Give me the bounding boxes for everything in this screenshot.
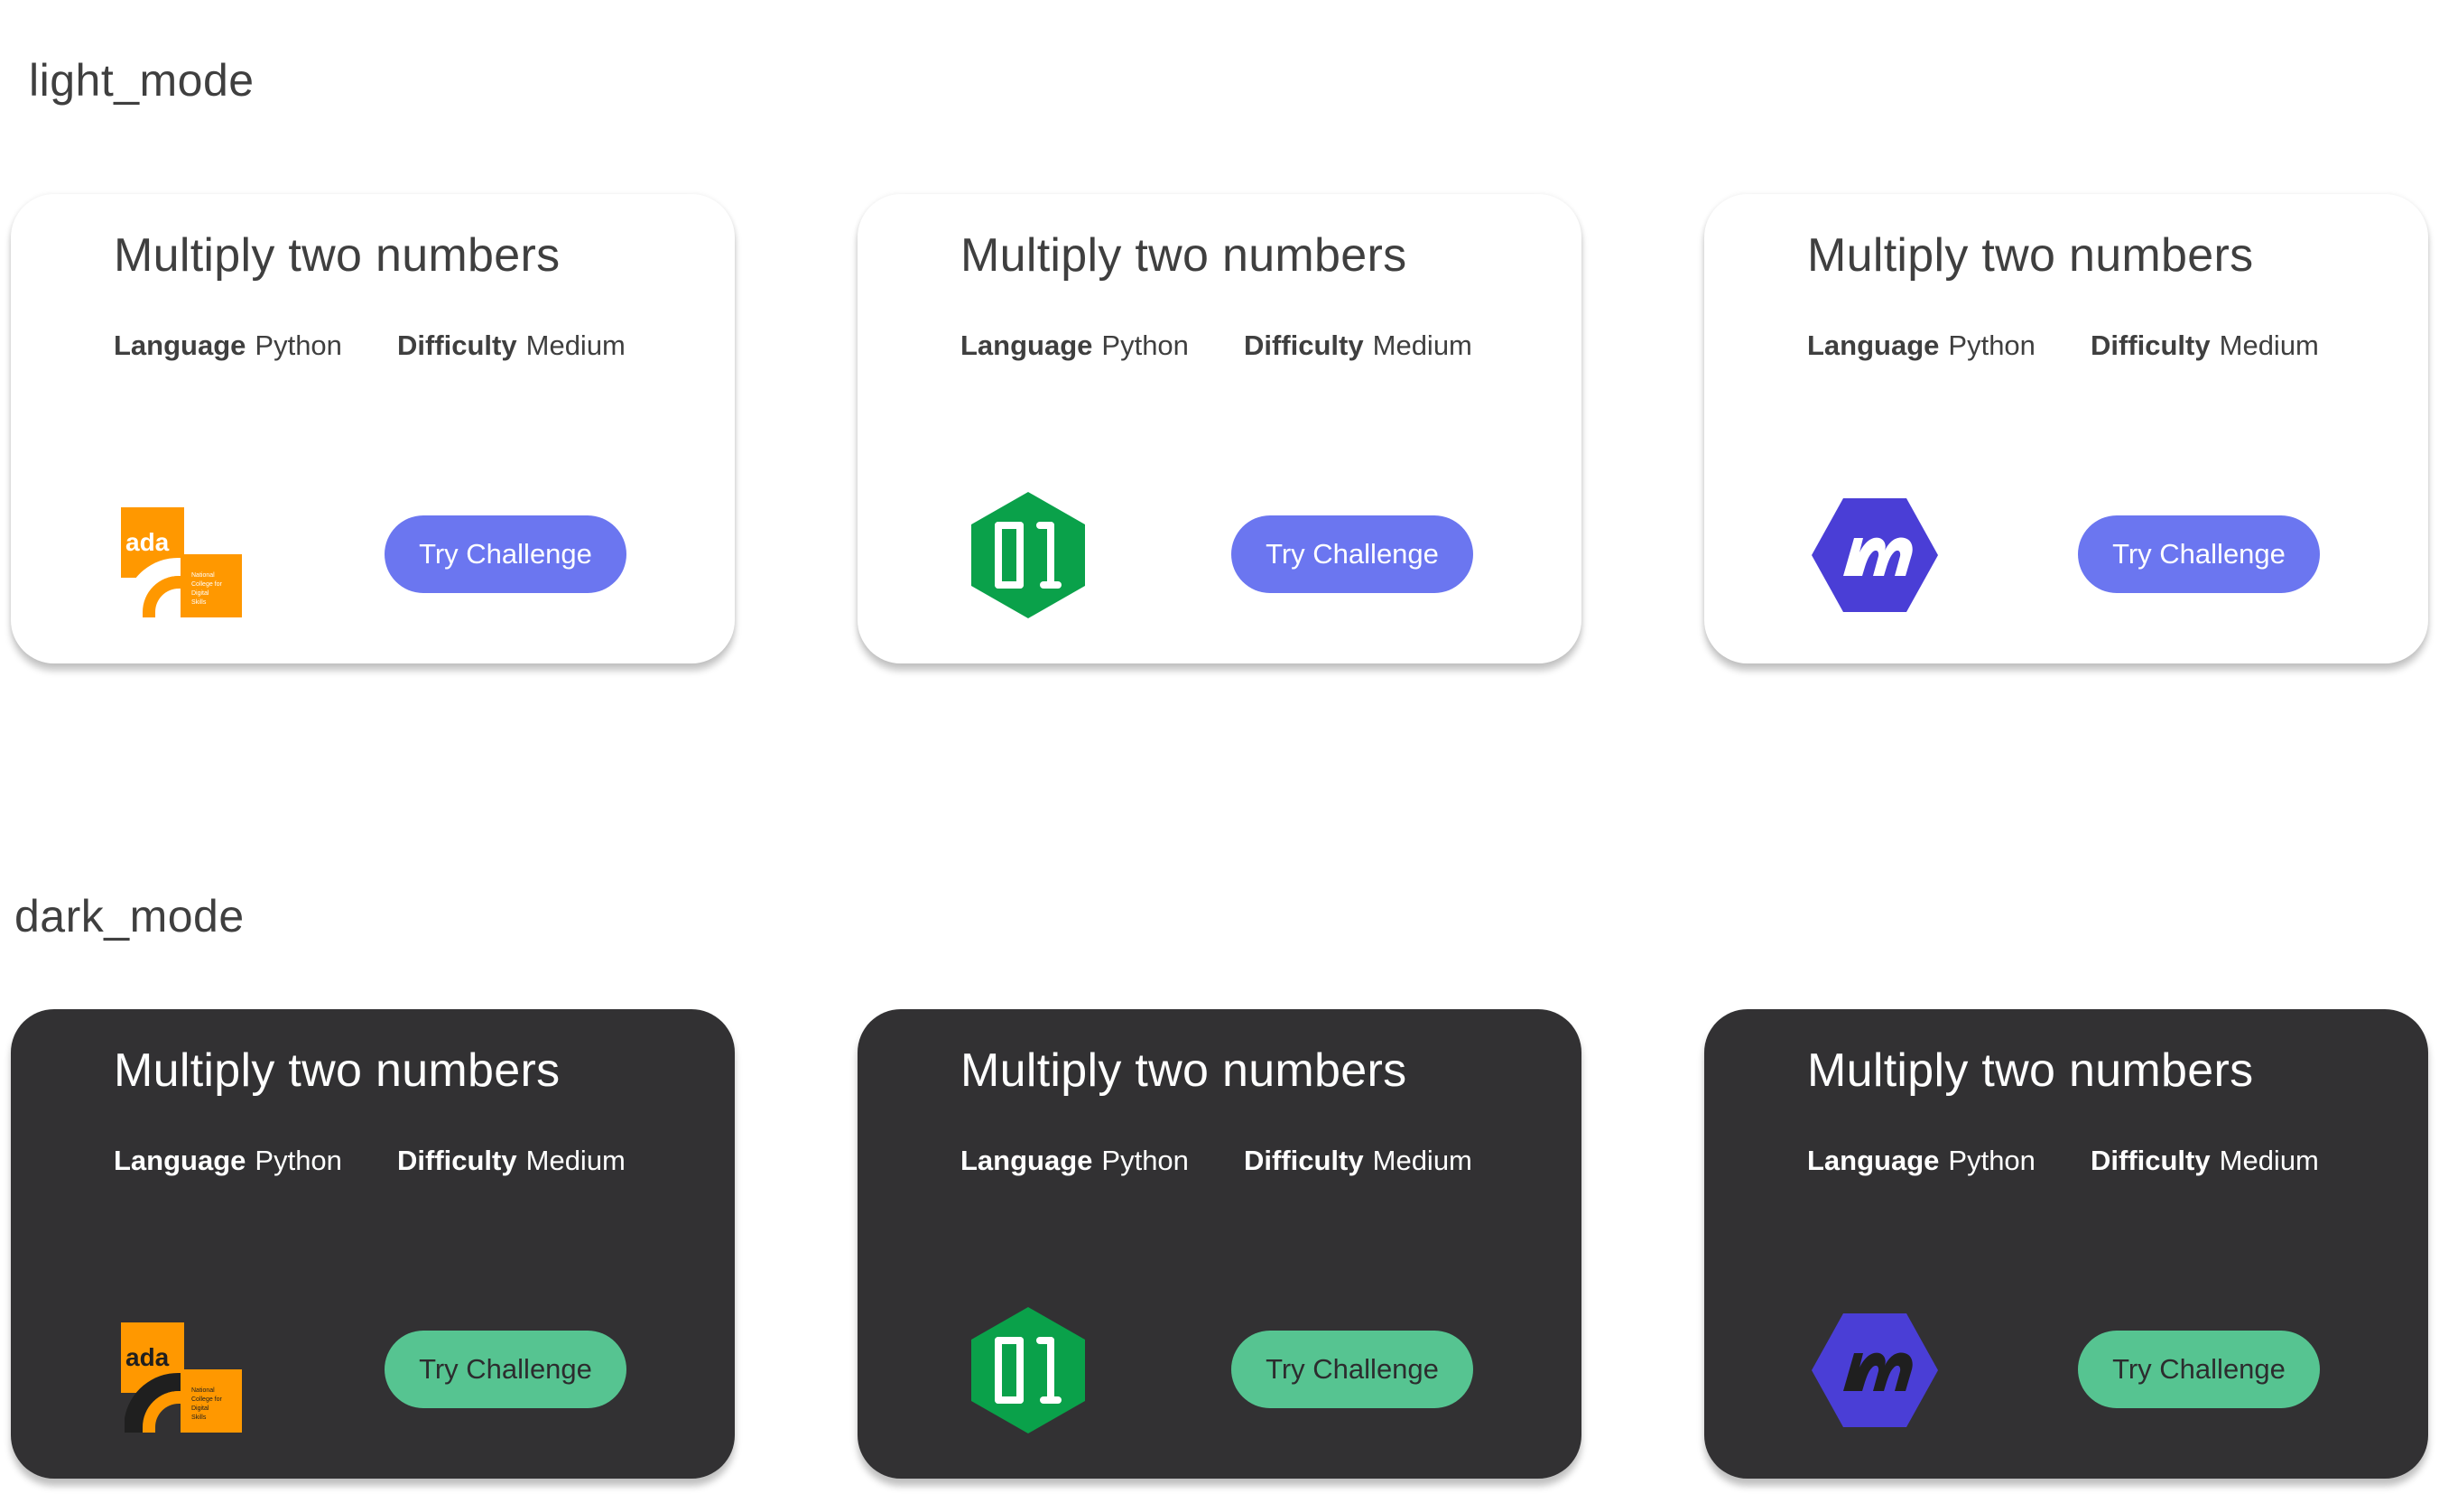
difficulty-info: Difficulty Medium [2091, 329, 2319, 362]
svg-text:National: National [191, 1387, 215, 1394]
challenge-title: Multiply two numbers [960, 229, 1407, 282]
difficulty-value: Medium [1372, 1145, 1472, 1176]
difficulty-value: Medium [525, 329, 626, 361]
try-challenge-button[interactable]: Try Challenge [385, 515, 626, 593]
challenge-title: Multiply two numbers [114, 1044, 561, 1097]
ada-logo-text: ada [125, 528, 170, 556]
try-challenge-button[interactable]: Try Challenge [2078, 515, 2320, 593]
ada-logo: ada National College for Digital Skills [114, 1303, 249, 1438]
difficulty-info: Difficulty Medium [2091, 1145, 2319, 1177]
challenge-card-light-3: Multiply two numbers Language Python Diff… [1704, 194, 2428, 663]
green-hexagon-01-logo [960, 487, 1096, 623]
language-label: Language [1807, 329, 1940, 361]
ada-logo: ada National College for Digital Skills [114, 487, 249, 623]
challenge-title: Multiply two numbers [1807, 229, 2254, 282]
language-label: Language [960, 329, 1093, 361]
challenge-title: Multiply two numbers [960, 1044, 1407, 1097]
language-label: Language [960, 1145, 1093, 1176]
difficulty-label: Difficulty [397, 1145, 517, 1176]
svg-text:College for: College for [191, 581, 223, 588]
green-hexagon-01-logo [960, 1303, 1096, 1438]
purple-hexagon-m-logo [1807, 1303, 1943, 1438]
language-label: Language [114, 329, 246, 361]
difficulty-info: Difficulty Medium [1244, 1145, 1472, 1177]
difficulty-value: Medium [1372, 329, 1472, 361]
language-label: Language [1807, 1145, 1940, 1176]
dark-mode-heading: dark_mode [14, 891, 245, 942]
challenge-card-light-1: Multiply two numbers Language Python Diff… [11, 194, 735, 663]
purple-hexagon-m-logo [1807, 487, 1943, 623]
language-value: Python [255, 1145, 342, 1176]
difficulty-value: Medium [2219, 329, 2319, 361]
language-info: Language Python [960, 1145, 1189, 1177]
challenge-title: Multiply two numbers [1807, 1044, 2254, 1097]
language-value: Python [1948, 1145, 2036, 1176]
svg-text:National: National [191, 572, 215, 579]
language-value: Python [255, 329, 342, 361]
svg-text:Skills: Skills [191, 599, 207, 606]
difficulty-value: Medium [525, 1145, 626, 1176]
language-info: Language Python [1807, 329, 2036, 362]
language-value: Python [1101, 1145, 1189, 1176]
try-challenge-button[interactable]: Try Challenge [1231, 1331, 1473, 1408]
difficulty-info: Difficulty Medium [397, 1145, 626, 1177]
try-challenge-button[interactable]: Try Challenge [1231, 515, 1473, 593]
try-challenge-button[interactable]: Try Challenge [2078, 1331, 2320, 1408]
svg-text:Digital: Digital [191, 590, 209, 597]
try-challenge-button[interactable]: Try Challenge [385, 1331, 626, 1408]
challenge-card-dark-2: Multiply two numbers Language Python Diff… [858, 1009, 1581, 1479]
svg-text:College for: College for [191, 1396, 223, 1403]
difficulty-info: Difficulty Medium [397, 329, 626, 362]
challenge-card-dark-3: Multiply two numbers Language Python Diff… [1704, 1009, 2428, 1479]
challenge-title: Multiply two numbers [114, 229, 561, 282]
difficulty-label: Difficulty [1244, 1145, 1364, 1176]
difficulty-label: Difficulty [397, 329, 517, 361]
difficulty-info: Difficulty Medium [1244, 329, 1472, 362]
challenge-card-light-2: Multiply two numbers Language Python Diff… [858, 194, 1581, 663]
difficulty-label: Difficulty [2091, 329, 2211, 361]
svg-text:Digital: Digital [191, 1405, 209, 1412]
language-info: Language Python [1807, 1145, 2036, 1177]
svg-text:Skills: Skills [191, 1415, 207, 1421]
language-info: Language Python [114, 329, 342, 362]
difficulty-value: Medium [2219, 1145, 2319, 1176]
ada-logo-text: ada [125, 1343, 170, 1371]
difficulty-label: Difficulty [1244, 329, 1364, 361]
language-value: Python [1948, 329, 2036, 361]
difficulty-label: Difficulty [2091, 1145, 2211, 1176]
language-value: Python [1101, 329, 1189, 361]
light-mode-heading: light_mode [29, 55, 255, 106]
language-info: Language Python [960, 329, 1189, 362]
language-label: Language [114, 1145, 246, 1176]
language-info: Language Python [114, 1145, 342, 1177]
challenge-card-dark-1: Multiply two numbers Language Python Diff… [11, 1009, 735, 1479]
